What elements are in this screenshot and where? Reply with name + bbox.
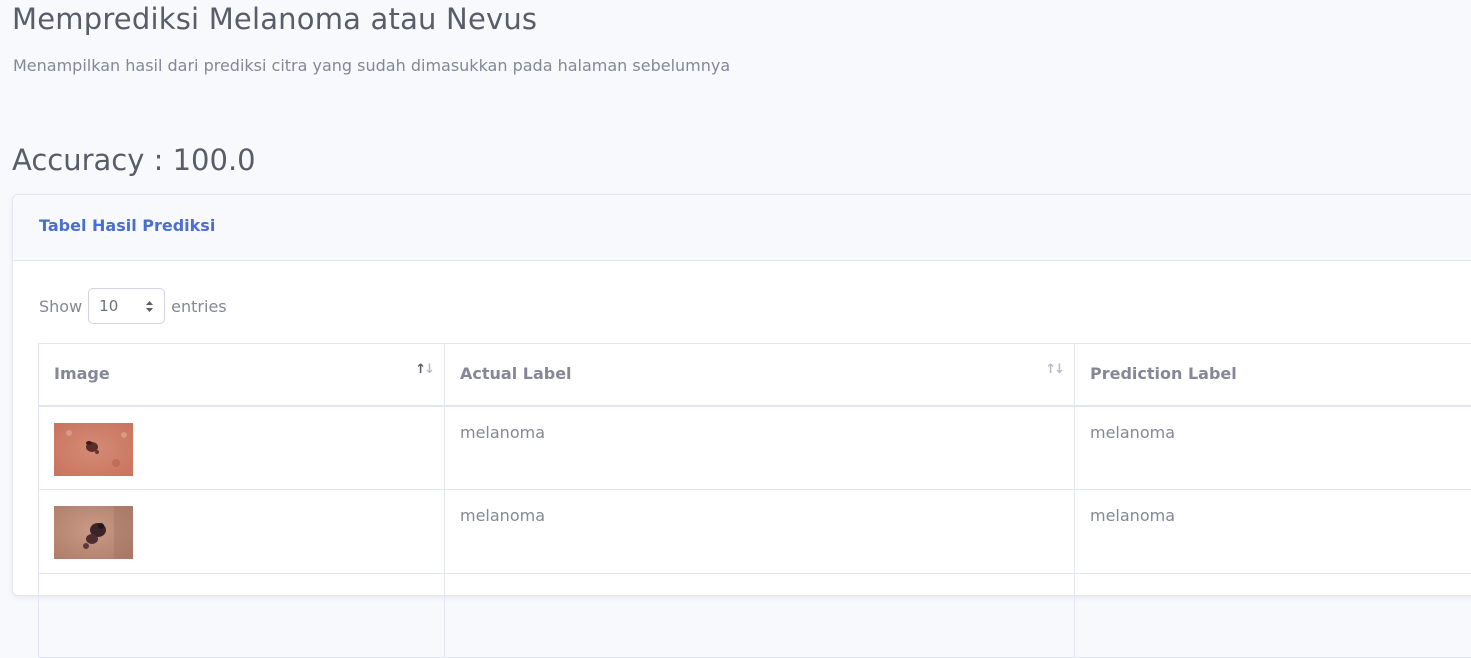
- column-header-label: Image: [54, 364, 110, 383]
- prediction-label-cell: melanoma: [1075, 490, 1471, 574]
- table-row: melanoma melanoma: [39, 490, 1471, 574]
- image-cell: [39, 574, 445, 658]
- actual-label-cell: melanoma: [445, 490, 1075, 574]
- prediction-label-cell: melanoma: [1075, 406, 1471, 490]
- column-header-image[interactable]: Image ↑↓: [39, 344, 445, 406]
- image-cell: [39, 490, 445, 574]
- prediction-label-cell: [1075, 574, 1471, 658]
- skin-lesion-thumbnail: [54, 506, 133, 559]
- entries-label: entries: [171, 297, 226, 316]
- actual-label-cell: melanoma: [445, 406, 1075, 490]
- prediction-table-wrapper: Image ↑↓ Actual Label ↑↓ Prediction Labe…: [38, 343, 1471, 658]
- card-title: Tabel Hasil Prediksi: [39, 216, 215, 235]
- page-subtitle: Menampilkan hasil dari prediksi citra ya…: [13, 56, 730, 75]
- column-header-prediction-label[interactable]: Prediction Label: [1075, 344, 1471, 406]
- actual-label-cell: [445, 574, 1075, 658]
- table-row: [39, 574, 1471, 658]
- skin-lesion-thumbnail: [54, 423, 133, 476]
- show-label: Show: [39, 297, 82, 316]
- entries-select[interactable]: 10: [88, 288, 165, 324]
- select-updown-icon: [145, 300, 154, 313]
- accuracy-heading: Accuracy : 100.0: [12, 143, 256, 177]
- table-header-row: Image ↑↓ Actual Label ↑↓ Prediction Labe…: [39, 344, 1471, 406]
- column-header-actual-label[interactable]: Actual Label ↑↓: [445, 344, 1075, 406]
- prediction-card: Tabel Hasil Prediksi Show 10 entries: [12, 194, 1471, 596]
- image-cell: [39, 406, 445, 490]
- card-header: Tabel Hasil Prediksi: [13, 195, 1471, 261]
- prediction-table: Image ↑↓ Actual Label ↑↓ Prediction Labe…: [38, 343, 1471, 658]
- column-header-label: Prediction Label: [1090, 364, 1237, 383]
- sort-arrows-icon[interactable]: ↑↓: [1045, 362, 1063, 377]
- table-row: melanoma melanoma: [39, 406, 1471, 490]
- page-title: Memprediksi Melanoma atau Nevus: [12, 2, 537, 36]
- entries-length-control: Show 10 entries: [39, 287, 227, 325]
- column-header-label: Actual Label: [460, 364, 572, 383]
- sort-arrows-icon[interactable]: ↑↓: [415, 362, 433, 377]
- entries-select-value: 10: [99, 297, 118, 315]
